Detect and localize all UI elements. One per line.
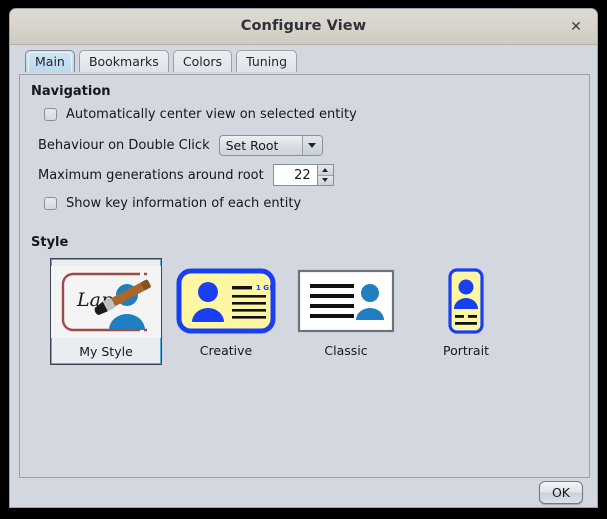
style-label-my-style: My Style (79, 344, 133, 359)
double-click-select[interactable]: Set Root (218, 135, 323, 156)
show-key-info-checkbox[interactable] (44, 197, 57, 210)
page-title: Configure View (240, 18, 367, 34)
style-option-my-style[interactable]: Lap My Style (46, 258, 166, 365)
show-key-info-row: Show key information of each entity (44, 196, 301, 211)
svg-text:1 G!: 1 G! (256, 284, 272, 292)
max-generations-value[interactable]: 22 (273, 165, 317, 185)
double-click-row: Behaviour on Double Click Set Root (38, 135, 323, 156)
style-label-creative: Creative (199, 343, 253, 358)
tab-bar: Main Bookmarks Colors Tuning (10, 50, 597, 75)
stepper-increment-button[interactable] (317, 165, 333, 176)
portrait-icon (408, 263, 524, 339)
auto-center-row: Automatically center view on selected en… (44, 107, 357, 122)
tab-bookmarks[interactable]: Bookmarks (78, 50, 169, 72)
style-section-title: Style (31, 235, 69, 250)
show-key-info-label: Show key information of each entity (66, 196, 302, 211)
tab-colors[interactable]: Colors (172, 50, 233, 72)
classic-icon (288, 263, 404, 339)
style-gallery: Lap My Style 1 G! Creative Classic Portr… (46, 258, 526, 365)
max-generations-label: Maximum generations around root (38, 167, 264, 183)
my-style-icon: Lap (48, 264, 164, 340)
main-tab-panel: Navigation Automatically center view on … (19, 74, 590, 478)
double-click-value: Set Root (225, 138, 279, 153)
dialog-footer: OK (10, 477, 597, 507)
close-icon[interactable]: ✕ (567, 18, 585, 36)
max-generations-stepper[interactable]: 22 (272, 164, 334, 186)
navigation-section-title: Navigation (31, 84, 111, 99)
style-portrait-selection: Portrait (411, 259, 521, 362)
configure-view-dialog: Configure View ✕ Main Bookmarks Colors T… (9, 8, 598, 508)
auto-center-checkbox[interactable] (44, 108, 57, 121)
style-classic-selection: Classic (291, 259, 401, 362)
chevron-down-icon (301, 136, 322, 155)
tab-tuning[interactable]: Tuning (236, 50, 298, 72)
double-click-label: Behaviour on Double Click (38, 138, 210, 153)
max-generations-row: Maximum generations around root 22 (38, 164, 334, 186)
style-label-portrait: Portrait (443, 343, 489, 358)
ok-button[interactable]: OK (539, 481, 583, 504)
style-option-creative[interactable]: 1 G! Creative (166, 259, 286, 362)
style-option-classic[interactable]: Classic (286, 259, 406, 362)
style-creative-selection: 1 G! Creative (171, 259, 281, 362)
style-label-classic: Classic (324, 343, 368, 358)
tab-main[interactable]: Main (25, 50, 75, 72)
title-bar: Configure View ✕ (10, 9, 597, 45)
creative-icon: 1 G! (168, 263, 284, 339)
style-my-style-selection: Lap My Style (48, 258, 164, 365)
style-option-portrait[interactable]: Portrait (406, 259, 526, 362)
stepper-decrement-button[interactable] (317, 175, 333, 185)
auto-center-label: Automatically center view on selected en… (66, 107, 357, 122)
stepper-buttons (316, 165, 333, 185)
